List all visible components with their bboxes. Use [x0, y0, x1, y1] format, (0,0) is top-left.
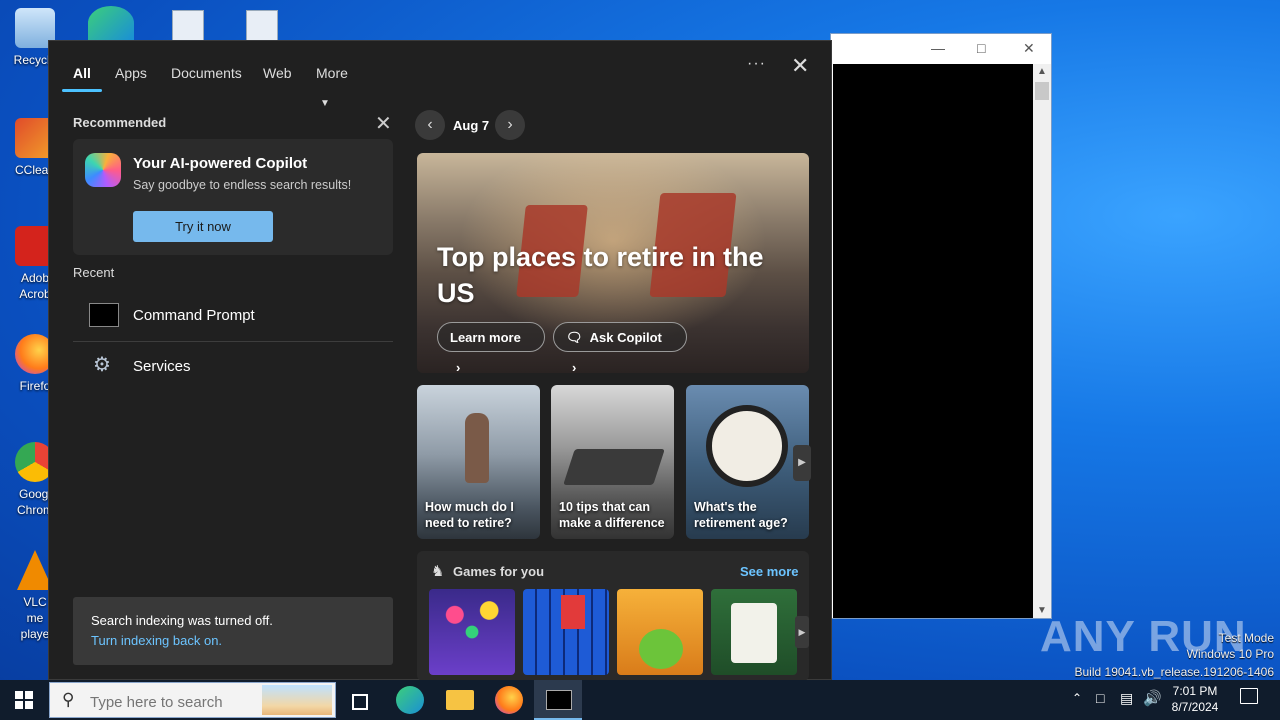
- game-blocks-image: [561, 595, 585, 629]
- edge-taskbar-icon[interactable]: [396, 686, 424, 714]
- article-caption: What's the retirement age?: [694, 500, 788, 530]
- next-day-button[interactable]: ›: [495, 110, 525, 140]
- learn-more-button[interactable]: Learn more ›: [437, 322, 545, 373]
- search-panel: All Apps Documents Web More ▼ ··· ✕ Reco…: [48, 40, 832, 681]
- copilot-title: Your AI-powered Copilot: [133, 155, 308, 172]
- search-icon: ⚲: [62, 690, 75, 709]
- clock-date: 8/7/2024: [1171, 700, 1219, 714]
- copilot-logo-icon: [85, 153, 121, 187]
- mahjong-tiles-image: [731, 603, 777, 663]
- search-highlight-image: [262, 685, 332, 715]
- console-window[interactable]: — □ ✕ ▲ ▼: [830, 33, 1052, 619]
- command-prompt-icon: [546, 690, 572, 710]
- ask-copilot-label: Ask Copilot: [589, 330, 662, 345]
- recent-item-command-prompt[interactable]: Command Prompt: [73, 291, 393, 341]
- tab-more-label: More: [316, 65, 348, 81]
- taskbar: ⚲ ⌃ □ ▤ 🔊 7:01 PM 8/7/2024: [0, 680, 1280, 720]
- games-section: ♞ Games for you See more ▶: [417, 551, 809, 681]
- scroll-thumb[interactable]: [1035, 82, 1049, 100]
- show-hidden-icons[interactable]: ⌃: [1072, 691, 1082, 705]
- document-desktop-icon[interactable]: [246, 10, 278, 42]
- start-button[interactable]: [0, 680, 48, 720]
- active-tab-indicator: [62, 89, 102, 92]
- article-image: [465, 413, 489, 483]
- meet-now-icon[interactable]: □: [1096, 690, 1104, 706]
- article-card[interactable]: How much do I need to retire?: [417, 385, 540, 539]
- taskbar-search-input[interactable]: [88, 691, 262, 713]
- copilot-subtitle: Say goodbye to endless search results!: [133, 178, 352, 192]
- recent-item-label: Services: [133, 358, 191, 375]
- tab-more[interactable]: More ▼: [304, 59, 360, 109]
- file-explorer-icon[interactable]: [446, 690, 474, 710]
- games-heading: Games for you: [453, 564, 545, 579]
- taskbar-clock[interactable]: 7:01 PM 8/7/2024: [1160, 683, 1230, 715]
- indexing-notice: Search indexing was turned off. Turn ind…: [73, 597, 393, 665]
- tab-apps[interactable]: Apps: [103, 59, 159, 89]
- ask-copilot-button[interactable]: 🗨 Ask Copilot ›: [553, 322, 687, 373]
- article-card[interactable]: What's the retirement age?: [686, 385, 809, 539]
- volume-icon[interactable]: 🔊: [1143, 689, 1162, 707]
- scroll-up-icon[interactable]: ▲: [1037, 66, 1047, 77]
- copilot-card: Your AI-powered Copilot Say goodbye to e…: [73, 139, 393, 255]
- console-content[interactable]: [833, 64, 1033, 618]
- hero-card[interactable]: Top places to retire in the US Learn mor…: [417, 153, 809, 373]
- windows-logo-icon: [15, 691, 33, 709]
- see-more-link[interactable]: See more: [740, 564, 799, 579]
- alarm-clock-image: [706, 405, 788, 487]
- learn-more-label: Learn more: [450, 330, 521, 345]
- cmd-taskbar-button[interactable]: [534, 680, 582, 720]
- dismiss-recommended-icon[interactable]: ✕: [375, 111, 392, 136]
- tab-all[interactable]: All: [61, 59, 103, 89]
- recent-item-label: Command Prompt: [133, 307, 255, 324]
- turn-indexing-on-link[interactable]: Turn indexing back on.: [91, 633, 222, 648]
- article-card[interactable]: 10 tips that can make a difference: [551, 385, 674, 539]
- recent-heading: Recent: [73, 265, 115, 280]
- console-scrollbar[interactable]: ▲ ▼: [1033, 64, 1051, 618]
- article-caption: 10 tips that can make a difference: [559, 500, 665, 530]
- minimize-icon[interactable]: —: [931, 40, 945, 56]
- build-label: Build 19041.vb_release.191206-1406: [1074, 665, 1275, 679]
- game-tile-bubble-shooter[interactable]: [429, 589, 515, 675]
- article-caption: How much do I need to retire?: [425, 500, 514, 530]
- game-tile-mahjong[interactable]: [711, 589, 797, 675]
- previous-day-button[interactable]: ‹: [415, 110, 445, 140]
- highlights-date: Aug 7: [453, 118, 490, 133]
- om-nom-image: [639, 629, 683, 669]
- console-titlebar[interactable]: — □ ✕: [831, 34, 1051, 64]
- maximize-icon[interactable]: □: [977, 40, 985, 56]
- test-mode-label: Test Mode: [1218, 631, 1274, 645]
- clock-time: 7:01 PM: [1172, 684, 1218, 698]
- tab-documents[interactable]: Documents: [159, 59, 254, 89]
- task-view-icon[interactable]: [346, 686, 374, 714]
- more-options-icon[interactable]: ···: [747, 55, 766, 73]
- game-controller-icon: ♞: [431, 563, 445, 580]
- article-image: [563, 449, 665, 485]
- next-games-icon[interactable]: ▶: [795, 616, 809, 648]
- hero-title: Top places to retire in the US: [437, 242, 764, 308]
- close-panel-icon[interactable]: ✕: [791, 53, 809, 79]
- windows-edition-label: Windows 10 Pro: [1186, 647, 1274, 661]
- game-tile-blocks[interactable]: [523, 589, 609, 675]
- services-gear-icon: ⚙: [93, 354, 111, 376]
- command-prompt-icon: [89, 303, 119, 327]
- recommended-heading: Recommended: [73, 115, 167, 130]
- next-articles-icon[interactable]: ▶: [793, 445, 811, 481]
- taskbar-search-box[interactable]: ⚲: [49, 682, 336, 718]
- notifications-icon[interactable]: [1240, 688, 1258, 704]
- chevron-right-icon: ›: [456, 360, 461, 373]
- game-tile-cut-the-rope[interactable]: [617, 589, 703, 675]
- try-it-now-button[interactable]: Try it now: [133, 211, 273, 242]
- network-icon[interactable]: ▤: [1120, 690, 1133, 707]
- firefox-taskbar-icon[interactable]: [495, 686, 523, 714]
- chevron-right-icon: ›: [572, 360, 577, 373]
- chat-bubble-icon: 🗨: [566, 330, 583, 345]
- tab-web[interactable]: Web: [251, 59, 304, 89]
- recent-item-services[interactable]: ⚙ Services: [73, 342, 393, 392]
- caret-down-icon: ▼: [320, 98, 330, 109]
- indexing-message: Search indexing was turned off.: [91, 613, 273, 628]
- close-icon[interactable]: ✕: [1023, 40, 1035, 57]
- edge-desktop-icon[interactable]: [88, 6, 134, 40]
- document-desktop-icon[interactable]: [172, 10, 204, 42]
